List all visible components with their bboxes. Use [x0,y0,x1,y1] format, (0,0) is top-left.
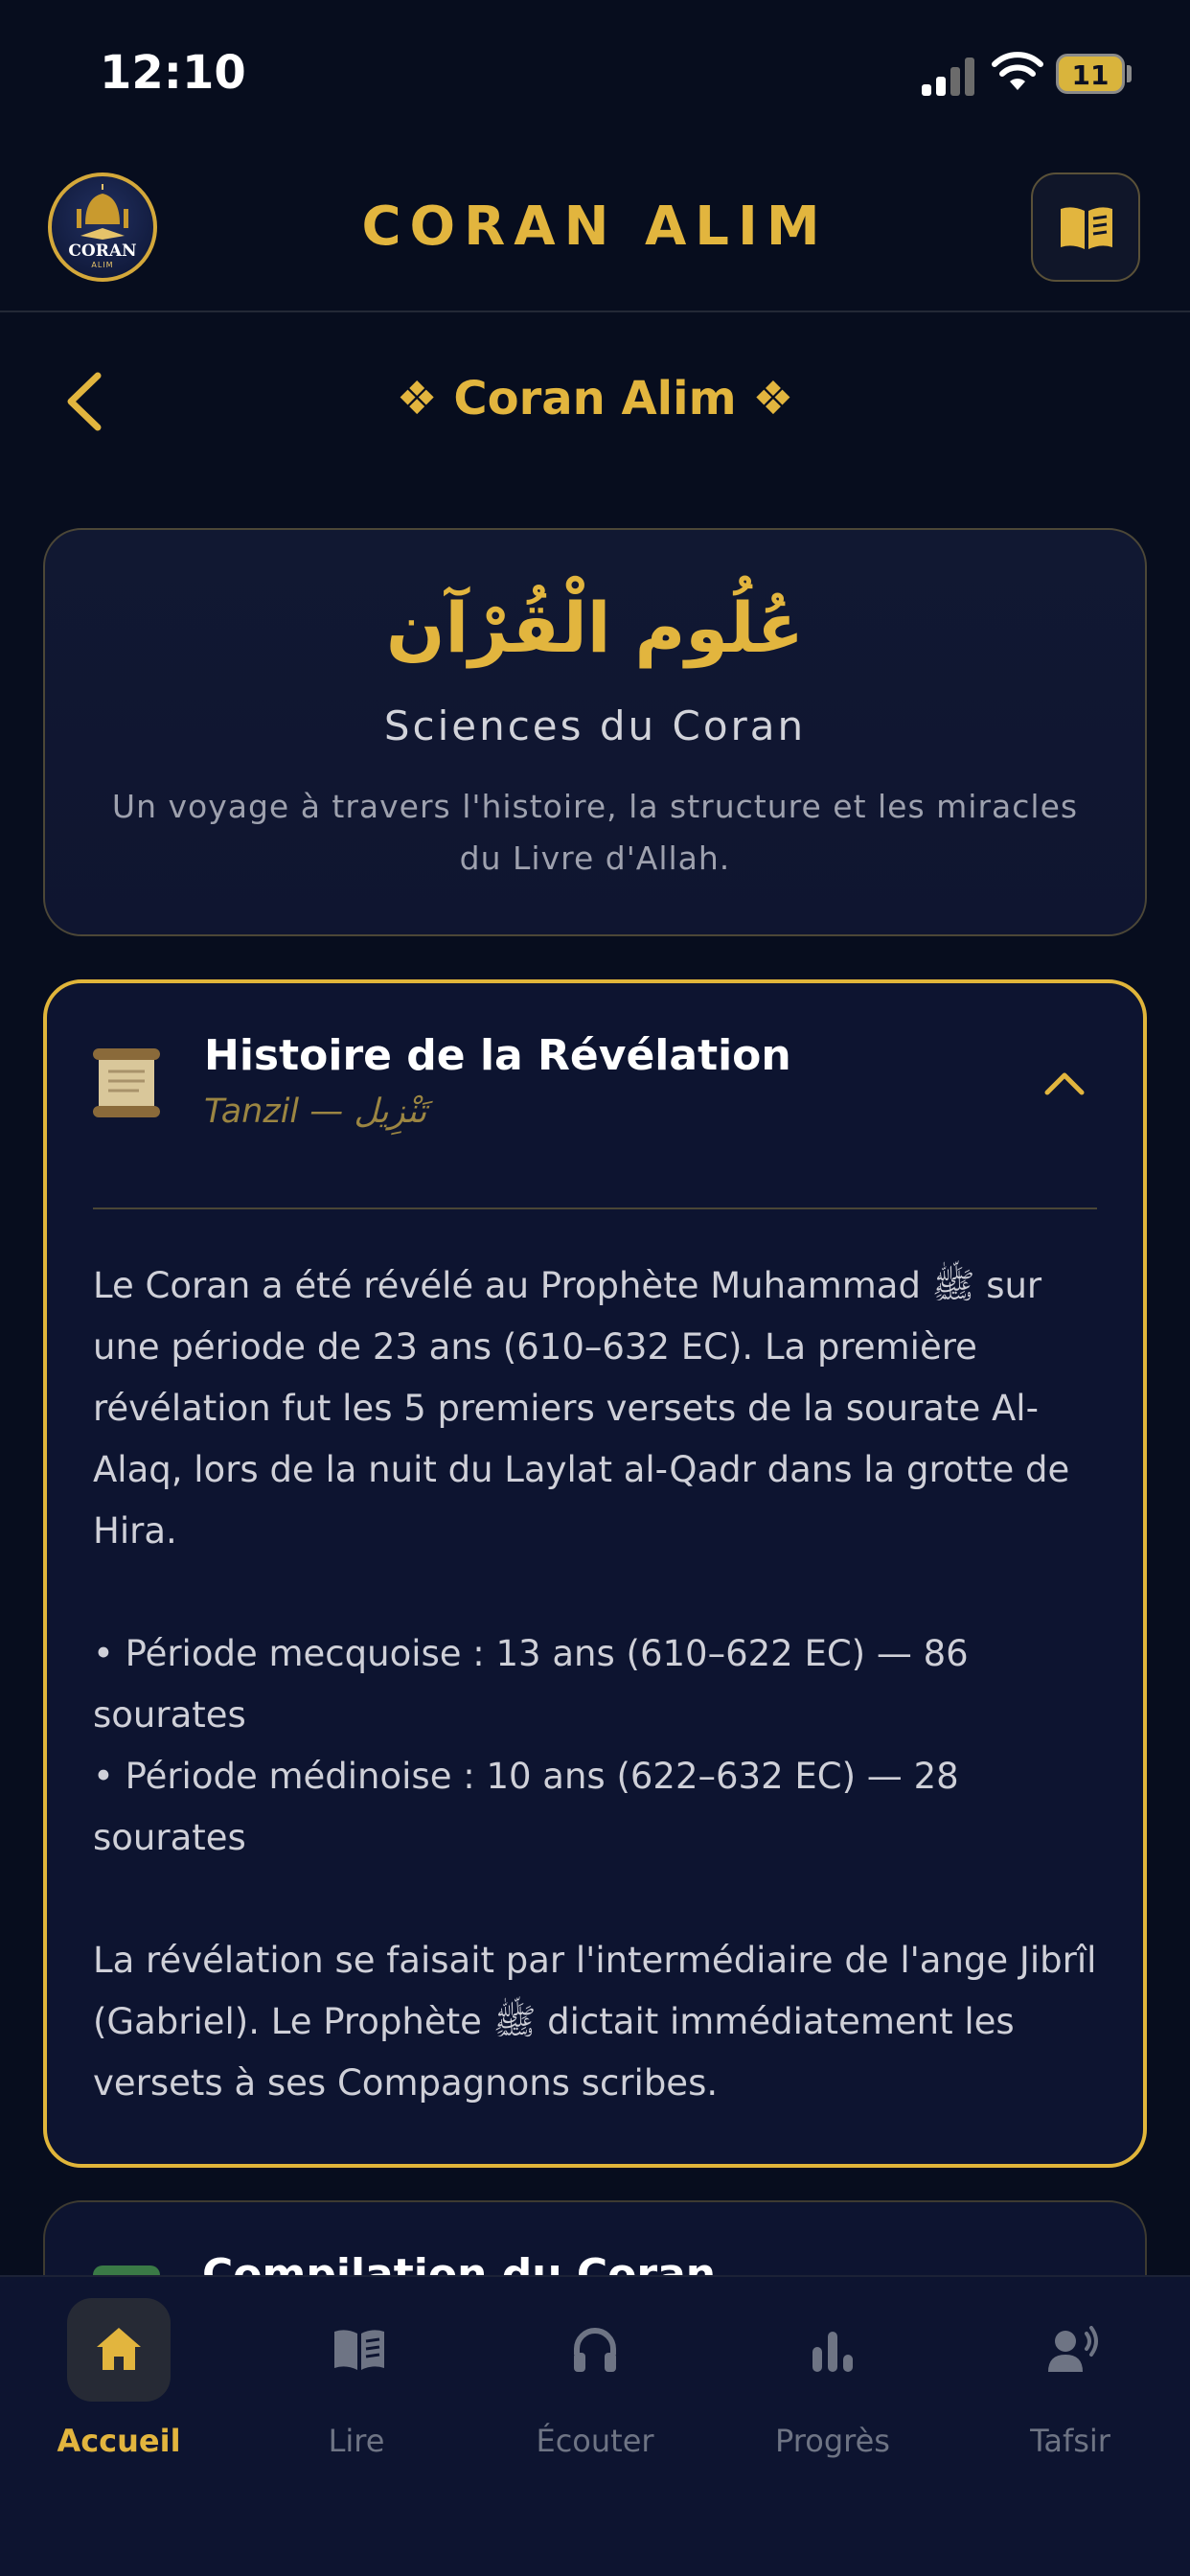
chevron-up-icon[interactable] [1043,1070,1086,1098]
intro-card: عُلُوم الْقُرْآن Sciences du Coran Un vo… [43,528,1147,936]
section-paragraph: La révélation se faisait par l'intermédi… [93,1940,1097,2104]
tab-icon-container [781,2298,884,2402]
tab-progres[interactable]: Progrès [746,2298,919,2490]
tab-label: Accueil [57,2423,181,2459]
tab-icon-container [1018,2298,1122,2402]
open-book-icon [1061,207,1112,249]
book-icon [334,2330,384,2370]
page-title: ❖ Coran Alim ❖ [396,372,794,426]
tab-label: Progrès [775,2423,890,2459]
section-subtitle: Tanzil — تَنْزِيل [204,1092,427,1131]
logo-subtext: ALIM [91,261,114,269]
app-header: CORAN ALIM CORAN ALIM [0,144,1190,312]
tab-ecouter[interactable]: Écouter [509,2298,681,2490]
nav-row: ❖ Coran Alim ❖ [0,345,1190,450]
tab-icon-container [543,2298,647,2402]
tab-icon-container [305,2298,408,2402]
tab-label: Tafsir [1030,2423,1110,2459]
section-divider [93,1208,1097,1209]
intro-description: Un voyage à travers l'histoire, la struc… [111,788,1079,877]
wifi-icon [992,52,1043,90]
tab-label: Écouter [536,2423,654,2459]
tab-lire[interactable]: Lire [270,2298,443,2490]
section-paragraph: Le Coran a été révélé au Prophète Muhamm… [93,1265,1070,1552]
battery-icon: 11 [1056,54,1125,94]
section-card-revelation[interactable]: Histoire de la Révélation Tanzil — تَنْز… [43,979,1147,2168]
speaker-icon [1048,2326,1098,2372]
book-button[interactable] [1031,172,1140,282]
tab-bar: Accueil Lire Écouter Progrès Tafsir [0,2275,1190,2576]
section-bullet: • Période mecquoise : 13 ans (610–622 EC… [93,1633,969,1736]
tab-accueil[interactable]: Accueil [33,2298,205,2490]
section-bullet: • Période médinoise : 10 ans (622–632 EC… [93,1756,959,1858]
signal-icon [922,56,977,96]
app-title: CORAN ALIM [361,196,829,258]
arabic-title: عُلُوم الْقُرْآن [385,587,804,668]
status-bar: 12:10 11 [0,0,1190,144]
tab-icon-container [67,2298,171,2402]
status-time: 12:10 [100,46,246,100]
tab-label: Lire [328,2423,385,2459]
scroll-icon [93,1048,160,1117]
home-icon [97,2328,141,2370]
tab-tafsir[interactable]: Tafsir [984,2298,1156,2490]
intro-subtitle: Sciences du Coran [383,702,807,749]
chart-icon [812,2332,853,2372]
section-title: Histoire de la Révélation [204,1031,791,1080]
battery-level: 11 [1071,59,1110,91]
headphones-icon [574,2328,616,2372]
section-body: Le Coran a été révélé au Prophète Muhamm… [93,1255,1097,2114]
battery-tip [1127,65,1132,82]
